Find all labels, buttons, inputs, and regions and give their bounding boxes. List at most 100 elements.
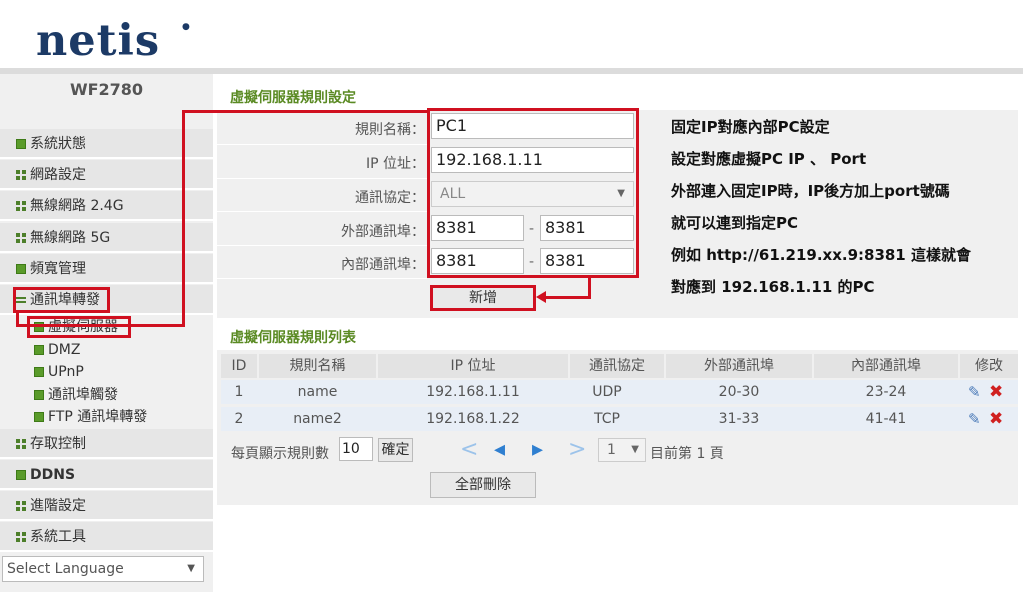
highlight-port-forwarding (13, 287, 110, 313)
netis-logo: netis (36, 16, 161, 66)
grid-icon (16, 532, 26, 542)
page-status: 目前第 1 頁 (650, 446, 724, 462)
sidebar-item-label: DDNS (30, 467, 76, 483)
sidebar-item-advanced[interactable]: 進階設定 (0, 491, 213, 521)
connector-line (16, 312, 19, 327)
cell-ext-port: 31-33 (718, 411, 760, 427)
cell-ip: 192.168.1.22 (426, 411, 520, 427)
ddns-icon (16, 470, 26, 480)
upnp-icon (34, 367, 44, 377)
row-divider (217, 245, 427, 246)
subitem-port-trigger[interactable]: 通訊埠觸發 (34, 384, 118, 406)
port-trigger-icon (34, 390, 44, 400)
highlight-form-fields (427, 108, 639, 278)
cell-id: 2 (234, 411, 244, 427)
subitem-label: DMZ (48, 342, 81, 358)
cell-name: name2 (293, 411, 342, 427)
cell-protocol: TCP (594, 411, 620, 427)
col-header-ip: IP 位址 (378, 354, 568, 378)
grid-icon (16, 201, 26, 211)
connector-line (588, 278, 591, 298)
per-page-input[interactable]: 10 (339, 437, 373, 461)
row-divider (217, 144, 427, 145)
connector-line (545, 296, 591, 299)
row-divider (217, 178, 427, 179)
connector-line (182, 110, 427, 113)
annotation-line-6: 對應到 192.168.1.11 的PC (671, 278, 875, 296)
row-divider (217, 211, 427, 212)
delete-all-button[interactable]: 全部刪除 (430, 472, 536, 498)
grid-icon (16, 233, 26, 243)
sidebar-item-label: 無線網路 2.4G (30, 198, 124, 214)
sidebar-item-label: 存取控制 (30, 436, 86, 452)
highlight-virtual-server (27, 316, 131, 338)
cell-ext-port: 20-30 (718, 384, 760, 400)
sidebar-item-label: 無線網路 5G (30, 230, 111, 246)
highlight-add-button (430, 285, 536, 311)
sidebar-item-access-control[interactable]: 存取控制 (0, 429, 213, 459)
edit-pencil-icon[interactable]: ✎ (968, 380, 981, 404)
per-page-label: 每頁顯示規則數 (231, 446, 329, 462)
connector-line (16, 324, 185, 327)
annotation-line-5: 例如 http://61.219.xx.9:8381 這樣就會 (671, 246, 971, 264)
confirm-button[interactable]: 確定 (378, 438, 413, 462)
list-title: 虛擬伺服器規則列表 (230, 330, 356, 346)
page-select-value: 1 (607, 442, 616, 458)
annotation-line-1: 固定IP對應內部PC設定 (671, 118, 830, 136)
arrow-left-icon (536, 291, 546, 303)
ip-label: IP 位址： (365, 156, 425, 172)
grid-icon (16, 170, 26, 180)
dmz-icon (34, 345, 44, 355)
grid-icon (16, 501, 26, 511)
sidebar-item-label: 網路設定 (30, 167, 86, 183)
ext-port-label: 外部通訊埠： (341, 224, 425, 240)
cell-ip: 192.168.1.11 (426, 384, 520, 400)
cell-id: 1 (234, 384, 244, 400)
dropdown-arrow-icon: ▼ (187, 563, 195, 574)
next-page-icon[interactable]: ▸ (532, 439, 543, 461)
col-header-name: 規則名稱 (259, 354, 376, 378)
cell-name: name (297, 384, 338, 400)
delete-x-icon[interactable]: ✖ (989, 407, 1003, 431)
bandwidth-icon (16, 264, 26, 274)
subitem-dmz[interactable]: DMZ (34, 339, 80, 361)
subitem-label: FTP 通訊埠轉發 (48, 409, 148, 425)
col-header-id: ID (221, 354, 257, 378)
grid-icon (16, 439, 26, 449)
col-header-int-port: 內部通訊埠 (814, 354, 958, 378)
col-header-protocol: 通訊協定 (570, 354, 664, 378)
subitem-upnp[interactable]: UPnP (34, 361, 84, 383)
cell-protocol: UDP (592, 384, 622, 400)
row-divider (217, 278, 427, 279)
first-page-icon[interactable]: < (460, 439, 478, 461)
sidebar-item-label: 進階設定 (30, 498, 86, 514)
col-header-edit: 修改 (960, 354, 1018, 378)
cell-int-port: 23-24 (865, 384, 907, 400)
connector-line (182, 110, 185, 326)
page-select[interactable]: 1 ▼ (598, 438, 646, 462)
delete-x-icon[interactable]: ✖ (989, 380, 1003, 404)
subitem-label: 通訊埠觸發 (48, 387, 118, 403)
sidebar-item-system-tools[interactable]: 系統工具 (0, 522, 213, 552)
sidebar-item-ddns[interactable]: DDNS (0, 460, 213, 490)
subitem-label: UPnP (48, 364, 84, 380)
sidebar-item-label: 系統狀態 (30, 136, 86, 152)
ftp-icon (34, 412, 44, 422)
page: netis ● WF2780 系統狀態 網路設定 無線網路 2.4G 無線網路 … (0, 0, 1023, 592)
rule-name-label: 規則名稱： (355, 122, 425, 138)
status-icon (16, 139, 26, 149)
dropdown-arrow-icon: ▼ (631, 444, 639, 455)
annotation-line-4: 就可以連到指定PC (671, 214, 799, 232)
form-title: 虛擬伺服器規則設定 (230, 90, 356, 106)
subitem-ftp-forwarding[interactable]: FTP 通訊埠轉發 (34, 406, 147, 428)
protocol-label: 通訊協定： (355, 190, 425, 206)
sidebar-item-label: 系統工具 (30, 529, 86, 545)
language-select-value: Select Language (7, 561, 124, 577)
int-port-label: 內部通訊埠： (341, 257, 425, 273)
prev-page-icon[interactable]: ◂ (494, 439, 505, 461)
col-header-ext-port: 外部通訊埠 (666, 354, 812, 378)
model-name: WF2780 (69, 80, 144, 99)
language-select[interactable]: Select Language ▼ (2, 556, 204, 582)
edit-pencil-icon[interactable]: ✎ (968, 407, 981, 431)
last-page-icon[interactable]: > (568, 439, 586, 461)
